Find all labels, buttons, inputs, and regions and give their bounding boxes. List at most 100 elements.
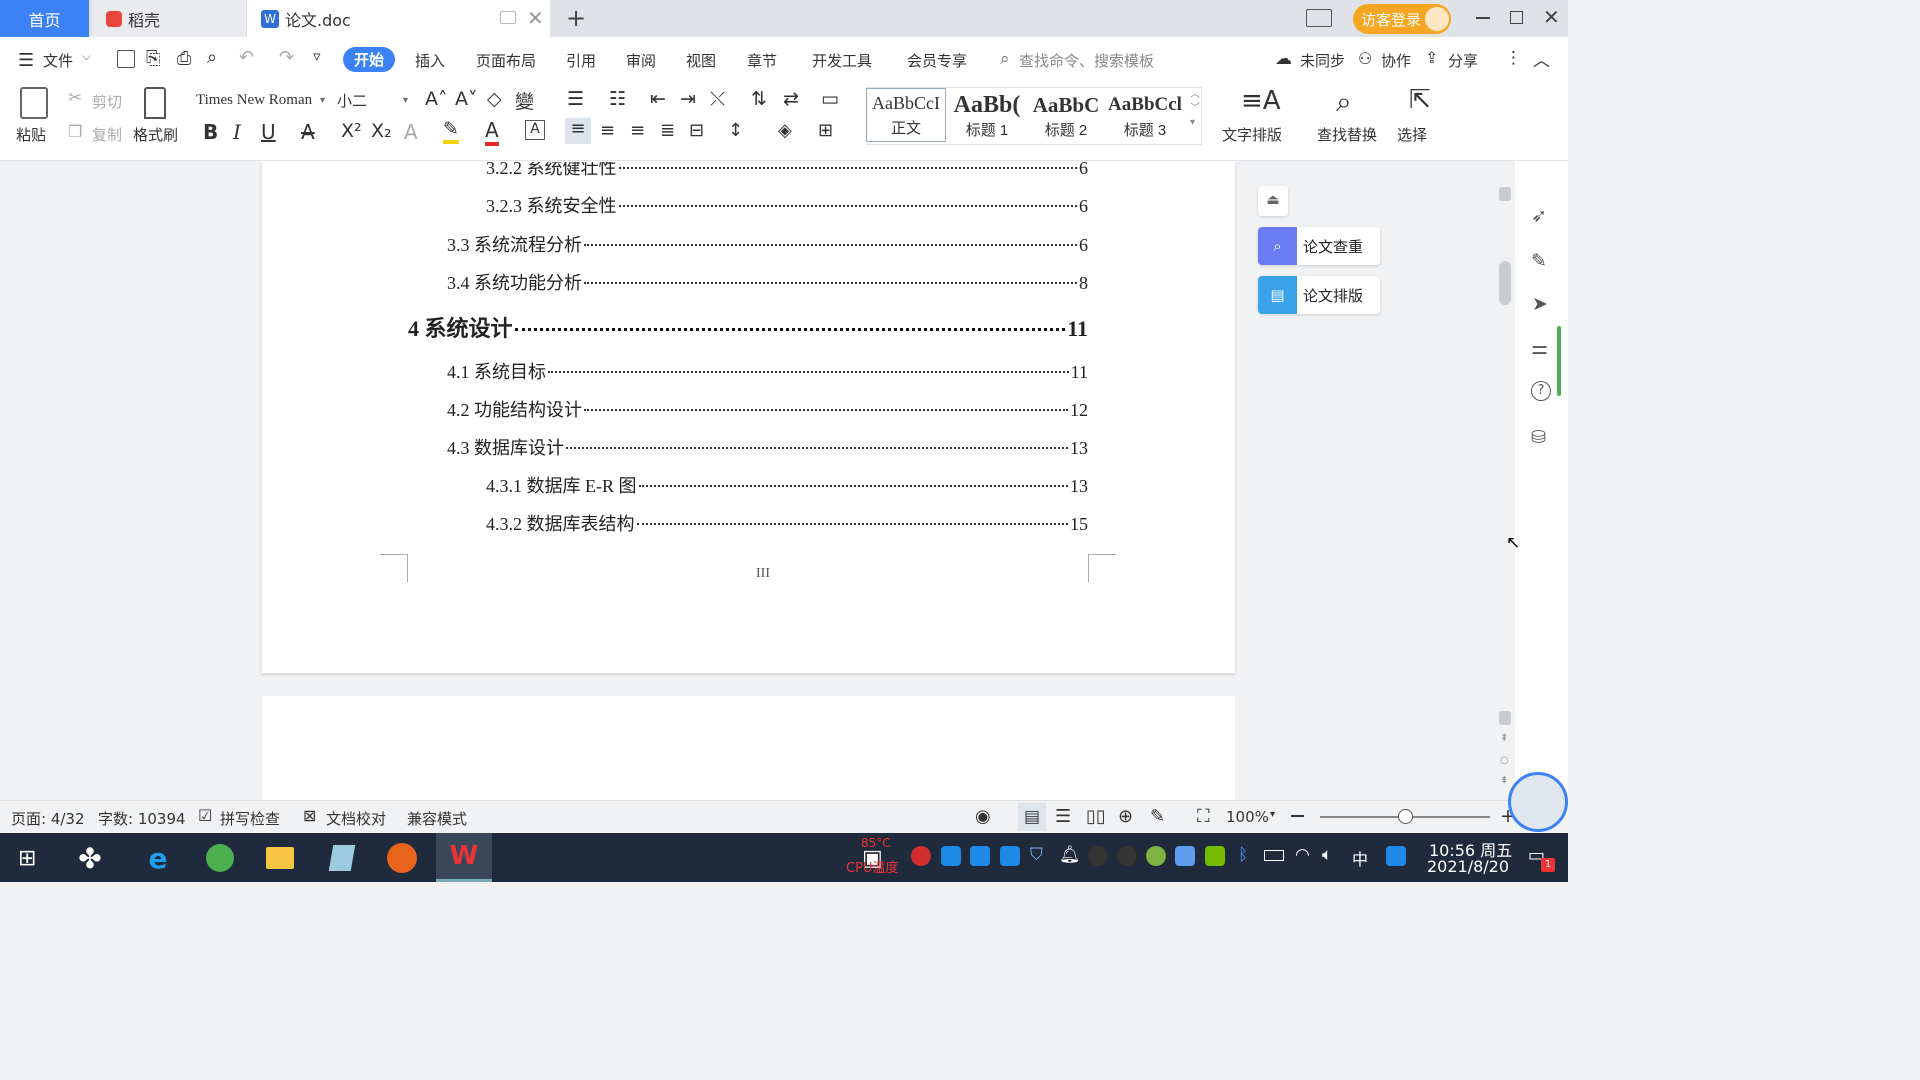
print-icon[interactable]: ⎙ [177,48,191,69]
borders-icon[interactable]: ⊞ [818,120,833,141]
restore-icon[interactable] [1510,11,1523,24]
cut-button[interactable]: 剪切 [92,91,122,112]
new-tab-icon[interactable]: + [566,4,586,32]
tab-daoke[interactable]: 稻壳 [92,0,246,37]
tray-app-icon[interactable] [911,846,931,866]
thesis-check-button[interactable]: ⌕ 论文查重 [1258,227,1380,265]
text-direction-icon[interactable]: ⇄ [783,88,799,110]
style-heading1[interactable]: AaBb( 标题 1 [947,91,1027,145]
italic-icon[interactable]: I [233,120,241,144]
select-button[interactable]: 选择 [1397,124,1427,145]
bell-icon[interactable]: 🔔︎ [1059,845,1081,865]
ime-indicator[interactable]: 中 [1352,846,1368,870]
close-tab-icon[interactable]: ✕ [527,6,544,30]
copy-button[interactable]: 复制 [92,124,122,145]
font-name-select[interactable]: Times New Roman ▾ [195,87,335,113]
font-color-icon[interactable]: A [485,118,499,146]
text-layout-button[interactable]: 文字排版 [1222,124,1282,145]
subscript-icon[interactable]: X₂ [371,120,392,142]
scroll-thumb[interactable] [1499,261,1511,305]
page-view-icon[interactable]: ▤ [1018,803,1046,831]
browse-object-icon[interactable]: ○ [1500,755,1509,766]
toc-entry[interactable]: 3.3 系统流程分析 6 [447,231,1088,257]
redo-icon[interactable]: ↷ [279,47,294,68]
tray-qq-icon[interactable] [1117,846,1137,866]
collab-button[interactable]: 协作 [1381,50,1411,71]
strikethrough-icon[interactable]: A [301,120,315,144]
monitor-icon[interactable] [500,11,516,24]
taskbar-app-game[interactable] [380,836,424,880]
toc-entry[interactable]: 4.3.2 数据库表结构 15 [486,510,1088,536]
toc-entry[interactable]: 3.2.3 系统安全性 6 [486,192,1088,218]
thesis-format-button[interactable]: ▤ 论文排版 [1258,276,1380,314]
align-center-icon[interactable]: ≡ [600,120,615,141]
clock-date[interactable]: 2021/8/20 [1427,857,1509,876]
format-painter-button[interactable]: 格式刷 [133,124,178,145]
page-indicator[interactable]: 页面: 4/32 [11,808,85,829]
chevron-down-icon[interactable]: ⌵ [82,49,91,64]
phonetic-guide-icon[interactable]: 變 [515,87,534,114]
pen-icon[interactable]: ✎ [1531,250,1547,272]
shading-icon[interactable]: ◈ [778,120,792,141]
reading-view-icon[interactable]: ▯▯ [1086,806,1106,827]
vertical-scrollbar[interactable]: ⇞ ○ ⇟ [1496,161,1514,801]
zoom-slider-handle[interactable] [1397,809,1413,824]
volume-icon[interactable]: 🔈︎ [1322,845,1332,865]
command-search-input[interactable]: 查找命令、搜索模板 [1019,50,1154,71]
tray-app-icon[interactable] [941,846,961,866]
next-page-icon[interactable]: ⇟ [1500,775,1508,786]
prev-page-icon[interactable]: ⇞ [1500,733,1508,744]
fit-page-icon[interactable]: ⛶ [1197,806,1210,827]
style-scroll-icon[interactable]: ︿ ﹀ ▾ [1190,88,1200,130]
shield-icon[interactable]: ⛉ [1030,845,1043,865]
justify-icon[interactable]: ≣ [660,120,675,141]
layout-icon[interactable] [1306,9,1332,27]
tray-app-icon[interactable] [1146,846,1166,866]
tab-view[interactable]: 视图 [686,50,716,71]
highlight-icon[interactable]: ✎ [443,118,459,144]
collapse-panel-icon[interactable]: ⏏ [1258,186,1288,216]
tab-home[interactable]: 首页 [0,0,89,37]
tab-references[interactable]: 引用 [566,50,596,71]
bluetooth-icon[interactable]: ᛒ [1238,845,1248,865]
taskbar-app-ie[interactable]: e [136,836,180,880]
taskbar-app-browser[interactable] [198,836,242,880]
tab-start[interactable]: 开始 [343,47,396,72]
login-button[interactable]: 访客登录 [1353,4,1451,34]
share-button[interactable]: 分享 [1448,50,1478,71]
style-heading3[interactable]: AaBbCcl 标题 3 [1105,91,1185,145]
proofread-button[interactable]: 文档校对 [326,808,386,829]
file-menu[interactable]: 文件 [43,50,73,71]
help-icon[interactable]: ? [1531,381,1551,401]
backup-icon[interactable]: ⛁ [1531,427,1546,448]
text-effect-icon[interactable]: A [404,120,418,144]
chevron-down-icon[interactable]: ▾ [1270,809,1275,820]
bullet-list-icon[interactable]: ☰ [567,88,584,110]
battery-icon[interactable] [1264,850,1284,861]
rocket-icon[interactable]: ➶ [1531,205,1547,227]
sort-icon[interactable]: ⇅ [751,88,767,110]
cursor-icon[interactable]: ➤ [1532,293,1548,315]
paste-button[interactable]: 粘贴 [16,124,46,145]
decrease-indent-icon[interactable]: ⇤ [650,88,666,110]
toc-entry[interactable]: 4.2 功能结构设计 12 [447,396,1088,422]
zoom-out-icon[interactable] [1291,815,1304,817]
bold-icon[interactable]: B [203,120,218,144]
tab-developer[interactable]: 开发工具 [812,50,872,71]
taskbar-app-notes[interactable] [320,836,364,880]
ruler-icon[interactable]: ▭ [821,88,839,110]
align-left-icon[interactable]: ≡ [565,118,591,144]
customize-icon[interactable]: ▿ [313,47,321,65]
distributed-icon[interactable]: ⊟ [689,120,704,141]
shrink-font-icon[interactable]: A˅ [455,88,478,110]
print-preview-icon[interactable]: ⌕ [207,47,217,68]
taskbar-app-wps[interactable]: W [436,833,492,882]
underline-icon[interactable]: U [261,120,276,144]
clear-format-icon[interactable]: ◇ [487,88,502,110]
eye-protect-icon[interactable]: ◉ [975,806,991,827]
write-view-icon[interactable]: ✎ [1150,806,1165,827]
toc-entry[interactable]: 4.1 系统目标 11 [447,358,1088,384]
tab-chapter[interactable]: 章节 [747,50,777,71]
taskbar-app-explorer[interactable] [258,836,302,880]
assistant-avatar[interactable] [1508,772,1568,832]
